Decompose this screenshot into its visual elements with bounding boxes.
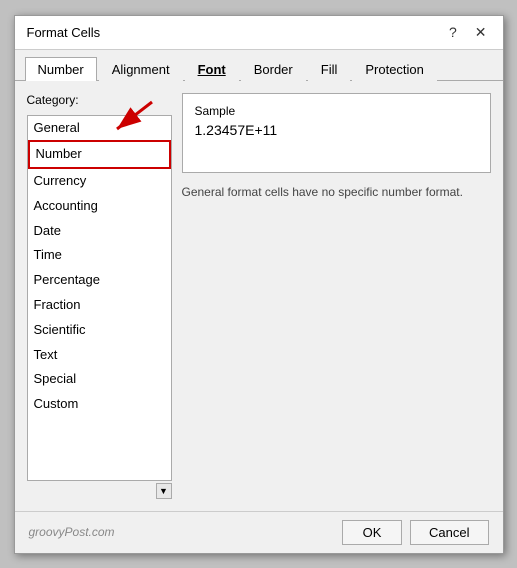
tab-fill[interactable]: Fill: [308, 57, 351, 81]
list-item[interactable]: Special: [28, 367, 171, 392]
sample-box: Sample 1.23457E+11: [182, 93, 491, 173]
tab-content: Category: General Number Currency: [15, 81, 503, 511]
description-text: General format cells have no specific nu…: [182, 181, 491, 203]
tabs-bar: Number Alignment Font Border Fill Protec…: [15, 50, 503, 81]
tab-alignment[interactable]: Alignment: [99, 57, 183, 81]
category-label: Category:: [27, 93, 172, 107]
tab-border[interactable]: Border: [241, 57, 306, 81]
watermark-text: groovyPost.com: [29, 525, 115, 539]
list-item[interactable]: Text: [28, 343, 171, 368]
category-list-scroll[interactable]: General Number Currency Accounting Date …: [28, 116, 171, 480]
sample-value: 1.23457E+11: [195, 122, 478, 138]
help-button[interactable]: ?: [445, 24, 461, 40]
dialog-title: Format Cells: [27, 25, 101, 40]
title-controls: ? ✕: [445, 24, 491, 41]
title-bar: Format Cells ? ✕: [15, 16, 503, 50]
category-list-container[interactable]: General Number Currency Accounting Date …: [27, 115, 172, 481]
list-item-number[interactable]: Number: [28, 140, 171, 169]
tab-protection[interactable]: Protection: [352, 57, 437, 81]
ok-button[interactable]: OK: [342, 520, 402, 545]
list-item[interactable]: Custom: [28, 392, 171, 417]
list-item[interactable]: Accounting: [28, 194, 171, 219]
sample-label: Sample: [195, 104, 478, 118]
tab-font[interactable]: Font: [185, 57, 239, 81]
list-item[interactable]: Date: [28, 219, 171, 244]
cancel-button[interactable]: Cancel: [410, 520, 488, 545]
list-item[interactable]: Fraction: [28, 293, 171, 318]
scroll-down-arrow[interactable]: ▼: [156, 483, 172, 499]
list-item[interactable]: General: [28, 116, 171, 141]
dialog-footer: groovyPost.com OK Cancel: [15, 511, 503, 553]
list-item[interactable]: Scientific: [28, 318, 171, 343]
list-item[interactable]: Time: [28, 243, 171, 268]
footer-buttons: OK Cancel: [342, 520, 488, 545]
list-item[interactable]: Currency: [28, 169, 171, 194]
left-panel: Category: General Number Currency: [27, 93, 172, 499]
right-panel: Sample 1.23457E+11 General format cells …: [182, 93, 491, 499]
tab-number[interactable]: Number: [25, 57, 97, 81]
close-button[interactable]: ✕: [471, 24, 491, 41]
list-item[interactable]: Percentage: [28, 268, 171, 293]
format-cells-dialog: Format Cells ? ✕ Number Alignment Font B…: [14, 15, 504, 554]
